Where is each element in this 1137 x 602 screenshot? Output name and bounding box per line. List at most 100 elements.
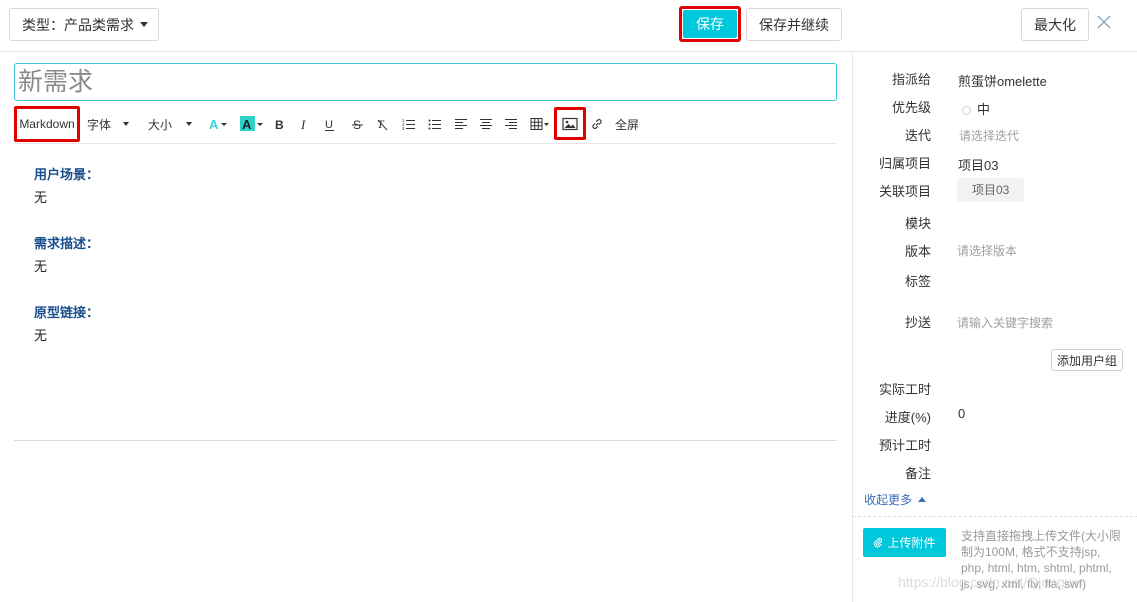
cc-label: 抄送 <box>904 315 931 330</box>
markdown-label: Markdown <box>19 117 75 131</box>
close-icon[interactable] <box>1095 13 1113 31</box>
editor-toolbar: Markdown 字体 大小 A A B I U S T 1 2 3 全屏 <box>14 106 837 144</box>
unordered-list-icon <box>428 119 441 130</box>
section-body: 无 <box>34 259 48 274</box>
iteration-label: 迭代 <box>904 128 931 143</box>
table-icon <box>530 118 549 130</box>
section-title: 用户场景： <box>34 167 100 182</box>
related-project-tag[interactable]: 项目03 <box>957 178 1025 202</box>
background-color-button[interactable]: A <box>240 106 264 142</box>
font-size-dropdown[interactable]: 大小 <box>148 106 193 142</box>
section-requirement-description: 需求描述： 无 <box>34 235 814 276</box>
svg-text:B: B <box>275 118 284 132</box>
progress-label: 进度(%) <box>884 410 931 425</box>
add-user-group-button[interactable]: 添加用户组 <box>1051 349 1123 371</box>
caret-down-icon <box>140 22 148 27</box>
priority-value: 中 <box>977 102 991 117</box>
insert-link-button[interactable] <box>590 106 604 142</box>
type-select[interactable]: 类型：产品类需求 <box>9 8 159 41</box>
priority-label: 优先级 <box>891 100 931 115</box>
underline-button[interactable]: U <box>324 106 336 142</box>
font-family-label: 字体 <box>87 117 112 132</box>
italic-icon: I <box>300 117 306 132</box>
clear-format-icon: T <box>377 117 388 131</box>
bold-button[interactable]: B <box>274 106 286 142</box>
editor-bottom-divider <box>14 440 837 441</box>
tags-label: 标签 <box>904 274 931 289</box>
highlight-color-icon: A <box>240 116 263 132</box>
font-color-button[interactable]: A <box>208 106 228 142</box>
actual-hours-label: 实际工时 <box>878 382 931 397</box>
align-right-icon <box>505 119 517 129</box>
ordered-list-icon: 1 2 3 <box>402 118 415 131</box>
section-title: 原型链接： <box>34 305 100 320</box>
type-select-label: 类型：产品类需求 <box>22 16 134 33</box>
version-select[interactable]: 请选择版本 <box>957 242 1017 259</box>
collapse-more-label: 收起更多 <box>864 493 913 507</box>
markdown-toggle-button[interactable]: Markdown <box>14 106 80 142</box>
svg-text:A: A <box>242 117 252 132</box>
project-label: 归属项目 <box>878 156 931 171</box>
section-body: 无 <box>34 190 48 205</box>
section-body: 无 <box>34 328 48 343</box>
section-user-scenario: 用户场景： 无 <box>34 166 814 207</box>
upload-attachment-button[interactable]: 上传附件 <box>863 528 946 557</box>
align-center-icon <box>480 119 492 129</box>
assignee-label: 指派给 <box>891 72 931 87</box>
image-icon <box>562 117 578 130</box>
italic-button[interactable]: I <box>299 106 311 142</box>
maximize-button[interactable]: 最大化 <box>1021 8 1089 41</box>
collapse-more-link[interactable]: 收起更多 <box>864 491 927 508</box>
estimated-hours-label: 预计工时 <box>878 438 931 453</box>
strikethrough-icon: S <box>352 118 363 132</box>
link-icon <box>592 119 602 129</box>
clear-format-button[interactable]: T <box>376 106 390 142</box>
svg-text:U: U <box>325 119 333 131</box>
strikethrough-button[interactable]: S <box>352 106 364 142</box>
progress-input[interactable]: 0 <box>958 406 965 421</box>
save-button[interactable]: 保存 <box>683 10 737 38</box>
bold-icon: B <box>275 118 284 132</box>
top-bar: 类型：产品类需求 保存 保存并继续 最大化 <box>0 0 1137 52</box>
ordered-list-button[interactable]: 1 2 3 <box>402 106 416 142</box>
unordered-list-button[interactable] <box>428 106 442 142</box>
section-prototype-link: 原型链接： 无 <box>34 304 814 345</box>
caret-down-icon <box>186 122 193 126</box>
paperclip-icon <box>874 537 883 548</box>
watermark: https://blog.csdn.net/Qiongxin <box>898 574 1083 590</box>
svg-text:I: I <box>300 117 306 132</box>
insert-table-button[interactable] <box>530 106 550 142</box>
caret-down-icon <box>123 122 130 126</box>
align-left-button[interactable] <box>454 106 468 142</box>
title-input[interactable]: 新需求 <box>14 63 837 101</box>
insert-image-button[interactable] <box>554 107 586 140</box>
module-label: 模块 <box>904 216 931 231</box>
align-center-button[interactable] <box>479 106 493 142</box>
cc-search-input[interactable]: 请输入关键字搜索 <box>957 314 1053 331</box>
sidebar-divider <box>853 516 1137 517</box>
fullscreen-button[interactable]: 全屏 <box>615 106 639 142</box>
section-title: 需求描述： <box>34 236 100 251</box>
upload-attachment-label: 上传附件 <box>887 536 936 550</box>
font-size-label: 大小 <box>148 117 173 132</box>
editor-content[interactable]: 用户场景： 无 需求描述： 无 原型链接： 无 <box>34 166 814 373</box>
save-and-continue-button[interactable]: 保存并继续 <box>746 8 842 41</box>
priority-select[interactable]: 中 <box>962 99 990 118</box>
align-left-icon <box>455 119 467 129</box>
remark-label: 备注 <box>904 466 931 481</box>
project-select[interactable]: 项目03 <box>958 155 998 174</box>
underline-icon: U <box>325 119 334 131</box>
svg-text:A: A <box>209 117 219 132</box>
properties-sidebar: 指派给 煎蛋饼omelette 优先级 中 迭代 请选择迭代 归属项目 项目03… <box>852 53 1137 602</box>
font-family-dropdown[interactable]: 字体 <box>87 106 130 142</box>
iteration-select[interactable]: 请选择迭代 <box>959 127 1019 144</box>
svg-text:3: 3 <box>402 126 405 131</box>
align-right-button[interactable] <box>504 106 518 142</box>
fullscreen-label: 全屏 <box>615 117 640 132</box>
radio-icon <box>962 106 971 115</box>
related-project-label: 关联项目 <box>878 184 931 199</box>
save-button-highlight: 保存 <box>679 6 741 42</box>
assignee-select[interactable]: 煎蛋饼omelette <box>958 71 1047 90</box>
version-label: 版本 <box>904 244 931 259</box>
font-color-icon: A <box>209 117 227 132</box>
